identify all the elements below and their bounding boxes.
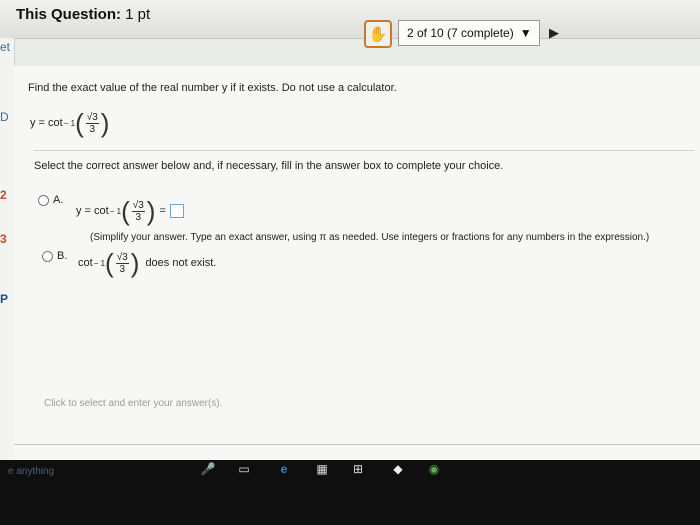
edge-icon[interactable]: e	[276, 462, 292, 476]
task-view-icon[interactable]: ▭	[236, 462, 252, 476]
option-b-radio[interactable]: B.	[42, 250, 67, 262]
app-icon[interactable]: ◆	[390, 462, 406, 476]
question-title-label: This Question:	[16, 6, 121, 23]
expression-exponent: − 1	[93, 258, 106, 268]
radio-button[interactable]	[38, 194, 49, 206]
fraction-numerator: √3	[115, 251, 129, 264]
left-paren: (	[121, 196, 130, 226]
right-paren: )	[146, 196, 156, 226]
does-not-exist-label: does not exist.	[145, 257, 217, 269]
option-a-instructions: (Simplify your answer. Type an exact ans…	[90, 232, 650, 243]
question-progress-dropdown[interactable]: 2 of 10 (7 complete) ▼	[398, 20, 540, 46]
right-paren: )	[130, 248, 140, 278]
chrome-icon[interactable]: ◉	[426, 462, 442, 476]
left-paren: (	[105, 248, 114, 278]
question-prompt: Find the exact value of the real number …	[28, 82, 397, 94]
left-mark: 2	[0, 188, 7, 202]
expression-exponent: − 1	[109, 206, 122, 216]
taskbar-search-box[interactable]: e anything	[8, 466, 54, 477]
fraction-denominator: 3	[119, 263, 126, 275]
previous-question-button[interactable]: ✋	[364, 20, 392, 48]
fraction-numerator: √3	[85, 111, 99, 124]
select-prompt: Select the correct answer below and, if …	[34, 160, 504, 172]
quiz-screen: This Question: 1 pt ✋ 2 of 10 (7 complet…	[0, 0, 700, 460]
windows-store-icon[interactable]: ⊞	[350, 462, 366, 476]
store-icon[interactable]: ▦	[314, 462, 330, 476]
left-mark: 3	[0, 232, 7, 246]
content-bottom-border	[14, 444, 700, 445]
hand-pointer-icon: ✋	[368, 26, 388, 43]
expression-fraction: √3 3	[85, 111, 99, 135]
expression-fraction: √3 3	[131, 199, 145, 223]
option-b-expression: cot − 1 ( √3 3 ) does not exist.	[78, 250, 216, 276]
fraction-numerator: √3	[131, 199, 145, 212]
fraction-denominator: 3	[135, 211, 142, 223]
click-instructions: Click to select and enter your answer(s)…	[44, 398, 223, 409]
expression-fraction: √3 3	[115, 251, 129, 275]
next-question-button[interactable]: ▶	[544, 22, 564, 44]
fraction-denominator: 3	[89, 123, 96, 135]
left-mark: P	[0, 292, 9, 306]
play-arrow-icon: ▶	[549, 25, 559, 40]
question-title: This Question: 1 pt	[16, 6, 150, 23]
expression-exponent: − 1	[63, 118, 76, 128]
left-panel-strip: et D 2 3 P	[0, 38, 15, 460]
expression-lhs: y = cot	[76, 205, 109, 217]
option-a-radio[interactable]: A.	[38, 194, 63, 206]
option-letter: B.	[57, 250, 68, 262]
left-mark: et	[0, 40, 11, 54]
question-header: This Question: 1 pt ✋ 2 of 10 (7 complet…	[0, 0, 700, 48]
dropdown-arrow-icon: ▼	[519, 26, 532, 40]
left-mark: D	[0, 110, 9, 124]
question-content: Find the exact value of the real number …	[14, 66, 700, 460]
progress-text: 2 of 10 (7 complete)	[407, 26, 514, 40]
option-a-expression: y = cot − 1 ( √3 3 ) =	[76, 198, 184, 224]
answer-input[interactable]	[169, 204, 184, 218]
expression-lhs: cot	[78, 257, 93, 269]
divider	[34, 150, 694, 151]
question-points: 1 pt	[125, 6, 151, 23]
question-expression: y = cot − 1 ( √3 3 )	[30, 110, 109, 136]
radio-button[interactable]	[42, 250, 53, 262]
equals-sign: =	[159, 205, 166, 217]
microphone-icon[interactable]: 🎤	[200, 462, 216, 476]
expression-lhs: y = cot	[30, 117, 63, 129]
option-letter: A.	[53, 194, 64, 206]
right-paren: )	[100, 108, 110, 138]
left-paren: (	[75, 108, 84, 138]
